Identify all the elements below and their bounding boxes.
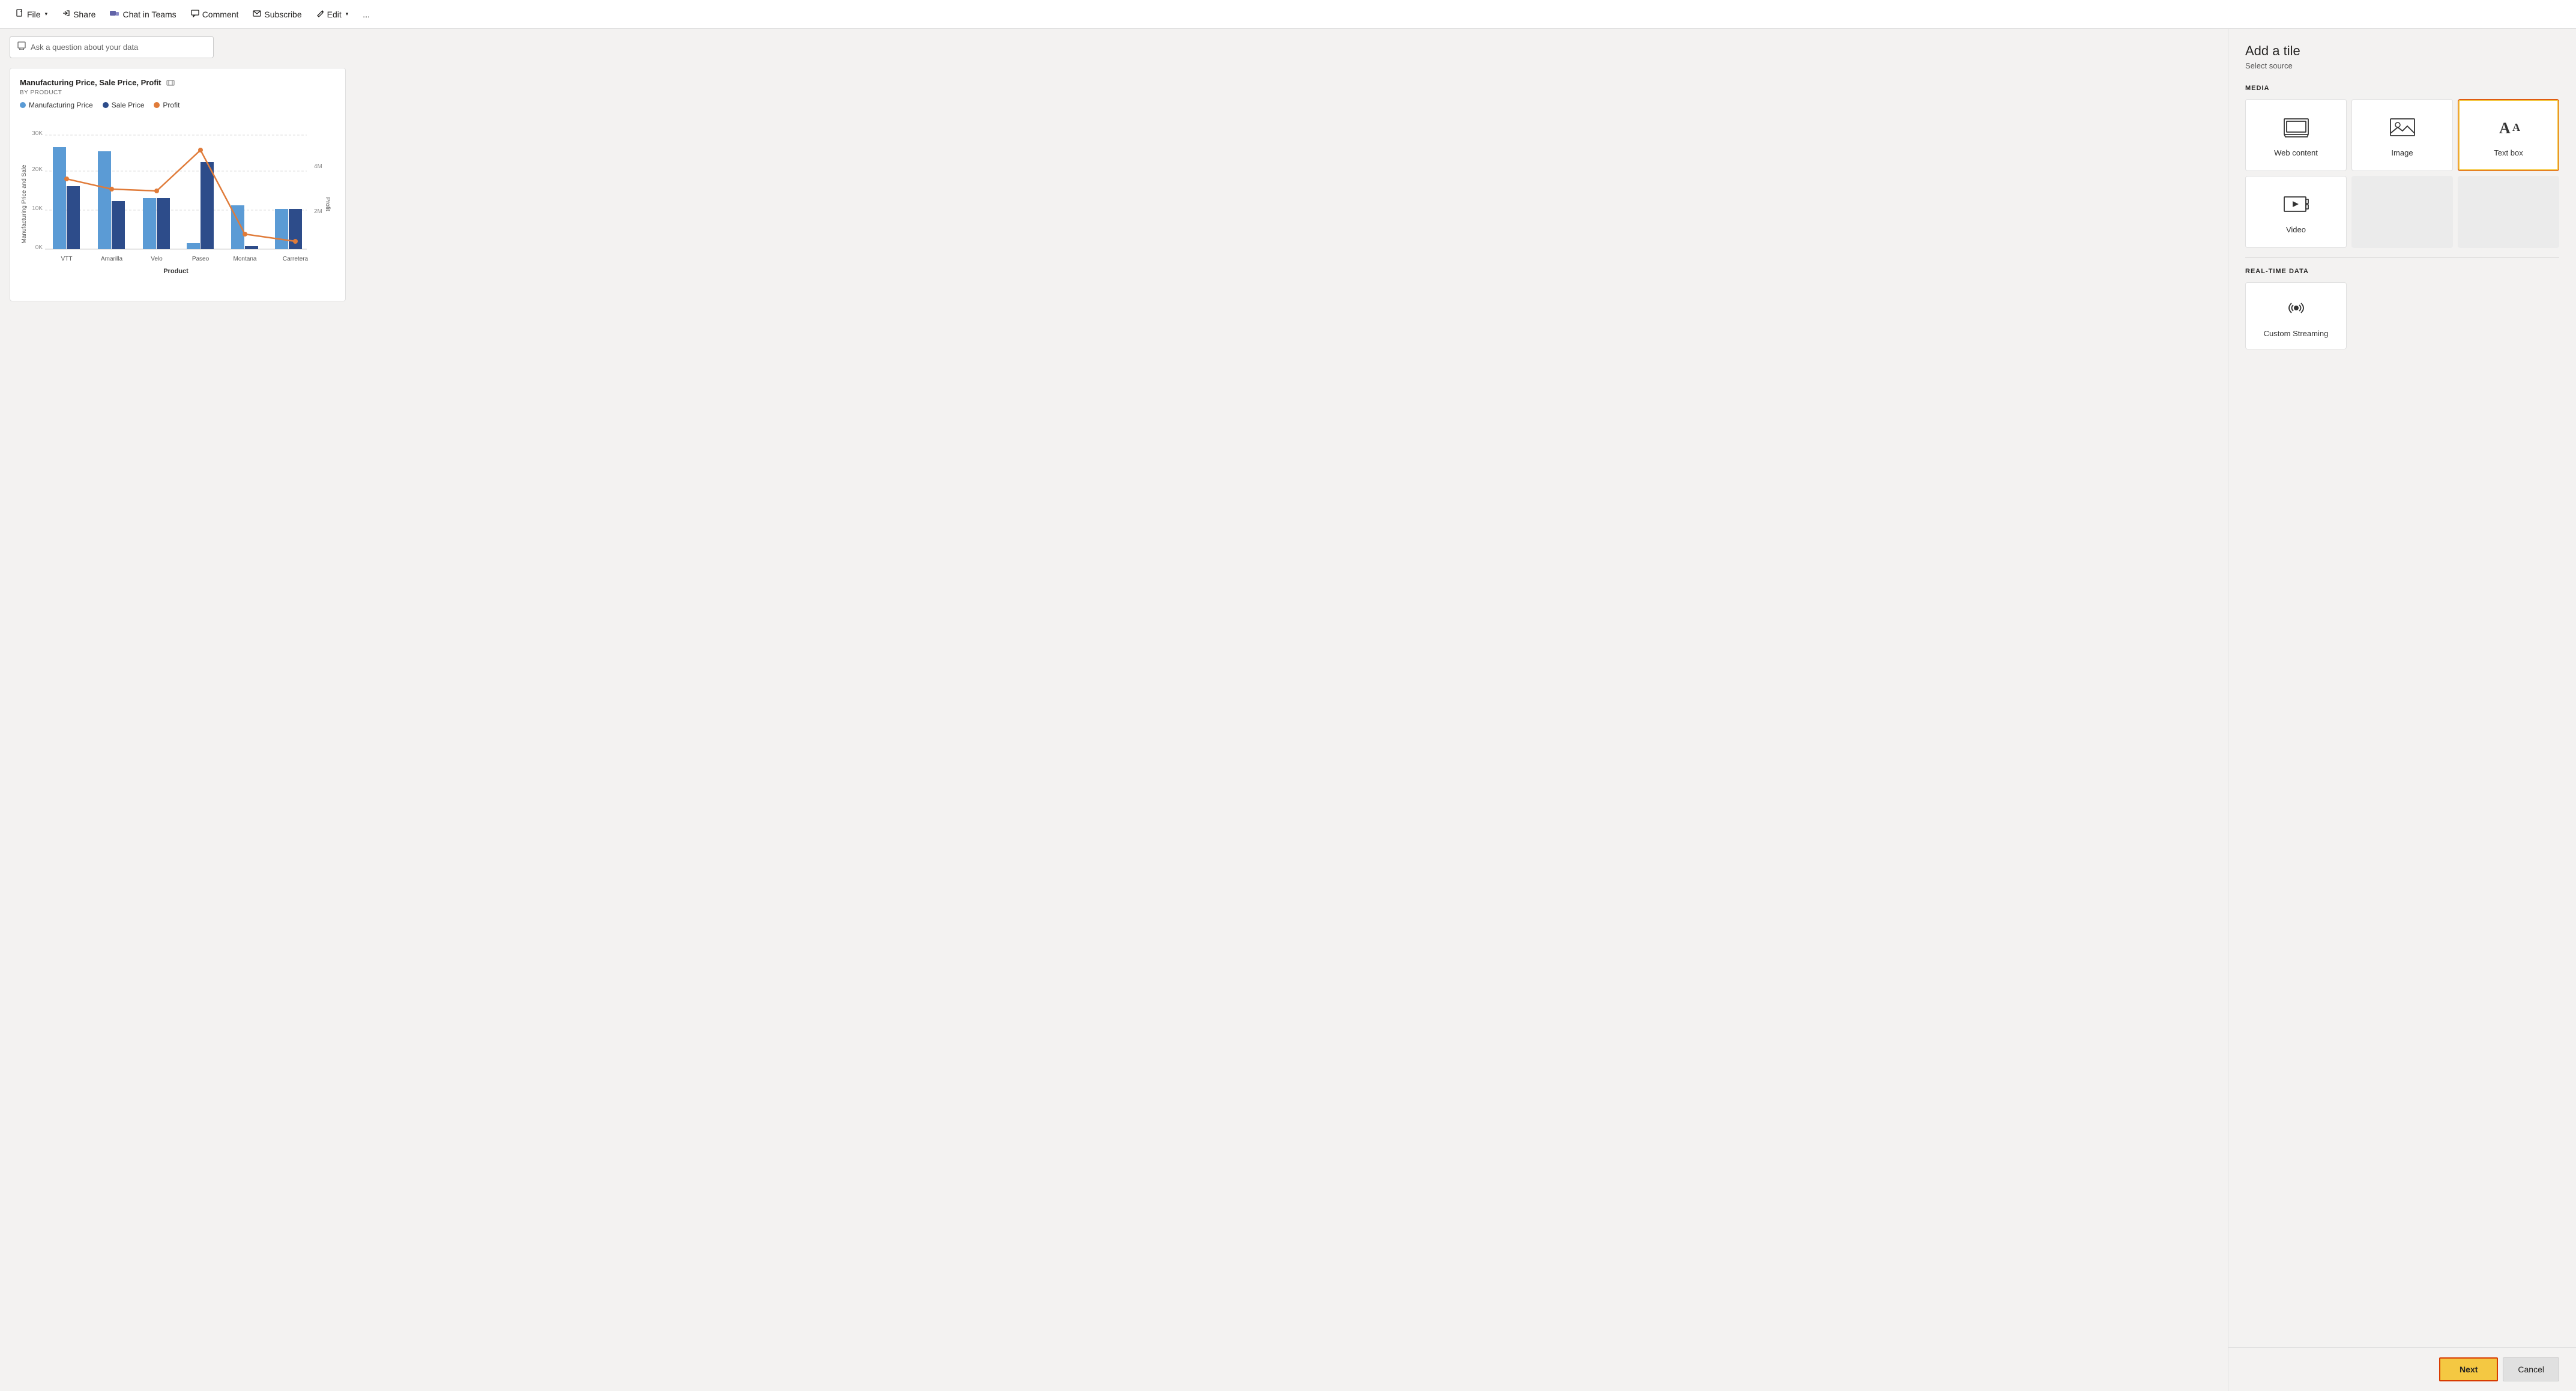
streaming-icon: [2283, 297, 2309, 322]
toolbar-subscribe[interactable]: Subscribe: [247, 5, 307, 23]
svg-text:Amarilla: Amarilla: [101, 256, 123, 262]
tile-web-content[interactable]: Web content: [2245, 99, 2347, 171]
share-icon: [62, 9, 70, 19]
qa-placeholder: Ask a question about your data: [31, 43, 138, 52]
file-icon: [16, 9, 24, 19]
svg-text:A: A: [2512, 121, 2520, 133]
svg-text:Profit: Profit: [324, 197, 331, 211]
legend-manufacturing: Manufacturing Price: [20, 101, 93, 109]
tile-text-box[interactable]: A A Text box: [2458, 99, 2559, 171]
edit-chevron: ▾: [346, 11, 349, 17]
teams-icon: [110, 9, 119, 19]
legend-label-manufacturing: Manufacturing Price: [29, 101, 93, 109]
legend-dot-manufacturing: [20, 102, 26, 108]
svg-text:2M: 2M: [314, 208, 322, 215]
toolbar-file[interactable]: File ▾: [10, 5, 53, 23]
subscribe-label: Subscribe: [264, 10, 301, 19]
svg-text:Montana: Montana: [234, 256, 257, 262]
edit-label: Edit: [327, 10, 342, 19]
side-panel-title: Add a tile: [2245, 43, 2559, 59]
tile-empty-2: [2458, 176, 2559, 248]
side-panel-footer: Next Cancel: [2228, 1347, 2576, 1391]
video-icon: [2283, 193, 2309, 218]
textbox-icon: A A: [2496, 116, 2522, 141]
web-content-icon: [2283, 116, 2309, 141]
edit-icon: [316, 10, 324, 19]
svg-text:Product: Product: [163, 268, 189, 275]
file-chevron: ▾: [45, 11, 48, 17]
comment-label: Comment: [202, 10, 239, 19]
toolbar-more[interactable]: ...: [357, 6, 376, 23]
media-section-label: MEDIA: [2245, 85, 2559, 92]
legend-profit: Profit: [154, 101, 179, 109]
svg-text:10K: 10K: [32, 205, 43, 212]
svg-text:20K: 20K: [32, 166, 43, 173]
legend-dot-sale: [103, 102, 109, 108]
svg-text:A: A: [2499, 119, 2511, 137]
svg-text:VTT: VTT: [61, 256, 73, 262]
side-panel: Add a tile Select source MEDIA: [2228, 29, 2576, 1391]
svg-text:0K: 0K: [35, 244, 43, 251]
video-label: Video: [2286, 225, 2306, 234]
streaming-label: Custom Streaming: [2264, 329, 2329, 338]
chart-subtitle: BY PRODUCT: [20, 89, 336, 96]
qa-bar[interactable]: Ask a question about your data: [10, 36, 214, 58]
more-label: ...: [363, 10, 370, 19]
legend-label-profit: Profit: [163, 101, 179, 109]
qa-icon: [17, 41, 26, 53]
cancel-button[interactable]: Cancel: [2503, 1357, 2559, 1381]
side-panel-content: MEDIA Web content: [2228, 80, 2576, 1347]
svg-text:30K: 30K: [32, 130, 43, 137]
legend-label-sale: Sale Price: [112, 101, 145, 109]
media-tile-row2: Video: [2245, 176, 2559, 248]
chart-title: Manufacturing Price, Sale Price, Profit: [20, 78, 161, 87]
legend-dot-profit: [154, 102, 160, 108]
main-layout: Ask a question about your data Manufactu…: [0, 29, 2576, 1391]
image-icon: [2389, 116, 2416, 141]
svg-text:Paseo: Paseo: [192, 256, 210, 262]
chart-focus-icon[interactable]: [166, 79, 175, 88]
svg-text:Manufacturing Price and Sale: Manufacturing Price and Sale: [21, 164, 28, 244]
realtime-grid: Custom Streaming: [2245, 282, 2559, 349]
svg-text:Carretera: Carretera: [283, 256, 309, 262]
toolbar-share[interactable]: Share: [56, 5, 101, 23]
toolbar-comment[interactable]: Comment: [185, 5, 245, 23]
chat-teams-label: Chat in Teams: [122, 10, 176, 19]
subscribe-icon: [253, 9, 261, 19]
toolbar-edit[interactable]: Edit ▾: [310, 6, 355, 23]
tile-video[interactable]: Video: [2245, 176, 2347, 248]
svg-text:4M: 4M: [314, 163, 322, 170]
realtime-section-label: REAL-TIME DATA: [2245, 268, 2559, 275]
legend-sale: Sale Price: [103, 101, 145, 109]
web-content-label: Web content: [2274, 148, 2318, 157]
dashboard-panel: Ask a question about your data Manufactu…: [0, 29, 2228, 1391]
textbox-label: Text box: [2494, 148, 2523, 157]
comment-icon: [191, 9, 199, 19]
next-button[interactable]: Next: [2439, 1357, 2498, 1381]
tile-empty-1: [2351, 176, 2453, 248]
file-label: File: [27, 10, 41, 19]
svg-text:Velo: Velo: [151, 256, 163, 262]
chart-container: 30K 20K 10K 0K Manufacturing Price and S…: [20, 114, 336, 291]
tile-image[interactable]: Image: [2351, 99, 2453, 171]
chart-legend: Manufacturing Price Sale Price Profit: [20, 101, 336, 109]
toolbar-chat-in-teams[interactable]: Chat in Teams: [104, 5, 182, 23]
side-panel-header: Add a tile Select source: [2228, 29, 2576, 80]
tile-custom-streaming[interactable]: Custom Streaming: [2245, 282, 2347, 349]
media-tile-grid: Web content Image: [2245, 99, 2559, 171]
toolbar: File ▾ Share Chat in Teams C: [0, 0, 2576, 29]
side-panel-subtitle: Select source: [2245, 61, 2559, 70]
image-label: Image: [2391, 148, 2413, 157]
share-label: Share: [73, 10, 95, 19]
chart-svg: 30K 20K 10K 0K Manufacturing Price and S…: [20, 114, 332, 288]
chart-card: Manufacturing Price, Sale Price, Profit …: [10, 68, 346, 301]
